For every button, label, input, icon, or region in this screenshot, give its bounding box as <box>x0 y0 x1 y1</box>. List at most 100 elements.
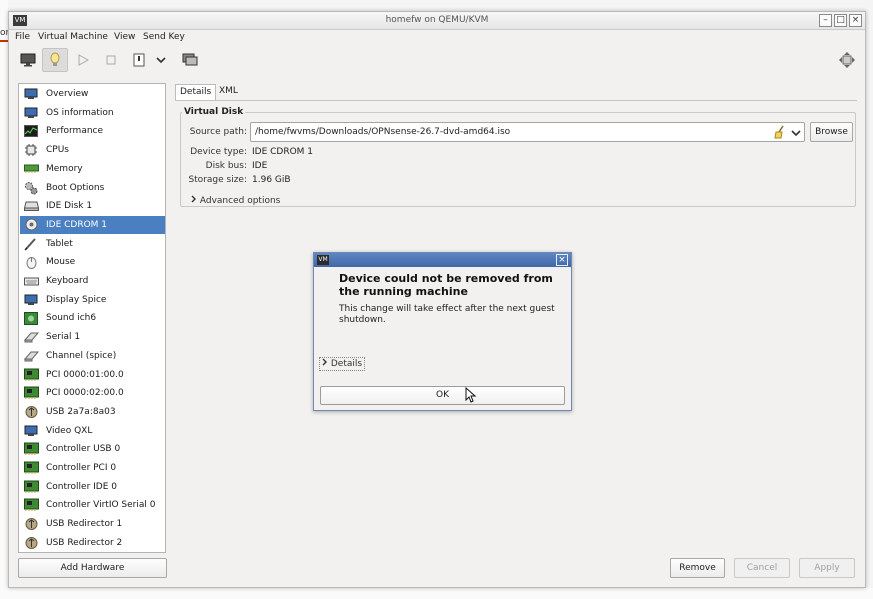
tab-xml[interactable]: XML <box>215 84 242 100</box>
monitor-icon <box>24 294 38 305</box>
storage-size-label: Storage size: <box>188 175 247 185</box>
minimize-button[interactable]: – <box>819 14 832 27</box>
source-path-combo[interactable]: /home/fwvms/Downloads/OPNsense-26.7-dvd-… <box>250 122 805 142</box>
sidebar-item-label: Controller IDE 0 <box>46 481 117 492</box>
console-button[interactable] <box>15 48 41 72</box>
dialog-close-button[interactable]: × <box>556 254 568 266</box>
sidebar-item-usb-redirector-1[interactable]: USB Redirector 1 <box>20 515 165 533</box>
sound-icon <box>24 311 38 325</box>
sidebar-item-memory[interactable]: Memory <box>20 160 165 178</box>
advanced-options-label: Advanced options <box>199 196 281 206</box>
sidebar-item-label: Performance <box>46 126 104 137</box>
sidebar-item-cpus[interactable]: CPUs <box>20 141 165 159</box>
menu-view[interactable]: View <box>114 32 135 42</box>
sidebar-item-tablet[interactable]: Tablet <box>20 235 165 253</box>
close-button[interactable]: × <box>849 14 862 27</box>
sidebar-item-label: CPUs <box>46 145 69 156</box>
sidebar-item-channel-spice[interactable]: Channel (spice) <box>20 347 165 365</box>
sidebar-item-usb-2a7a-8a03[interactable]: USB 2a7a:8a03 <box>20 403 165 421</box>
sidebar-item-usb-redirector-2[interactable]: USB Redirector 2 <box>20 534 165 552</box>
apply-button[interactable]: Apply <box>799 558 855 578</box>
sidebar-item-controller-virtio-serial-0[interactable]: Controller VirtIO Serial 0 <box>20 496 165 514</box>
disk-icon <box>23 201 39 212</box>
sidebar-item-pci-0000-01-00-0[interactable]: PCI 0000:01:00.0 <box>20 366 165 384</box>
cancel-button[interactable]: Cancel <box>734 558 790 578</box>
sidebar-item-label: Overview <box>46 89 89 99</box>
usb-icon <box>25 518 37 531</box>
disk-bus-label: Disk bus: <box>205 161 247 171</box>
tabs-divider <box>175 100 857 101</box>
menu-send-key[interactable]: Send Key <box>143 32 185 42</box>
sidebar-item-label: Boot Options <box>46 182 105 193</box>
sidebar-item-display-spice[interactable]: Display Spice <box>20 291 165 309</box>
memory-icon <box>23 164 39 173</box>
dialog-heading: Device could not be removed from the run… <box>339 272 553 298</box>
sidebar-item-sound-ich6[interactable]: Sound ich6 <box>20 309 165 327</box>
advanced-options-expander[interactable]: Advanced options <box>190 195 280 206</box>
sidebar-item-controller-pci-0[interactable]: Controller PCI 0 <box>20 459 165 477</box>
details-view-button[interactable] <box>42 48 68 72</box>
background-page-strip <box>0 588 873 599</box>
keyboard-icon <box>23 277 39 285</box>
fullscreen-icon <box>839 52 855 68</box>
sidebar-item-controller-ide-0[interactable]: Controller IDE 0 <box>20 478 165 496</box>
pause-button[interactable] <box>98 48 124 72</box>
tab-details[interactable]: Details <box>175 84 217 100</box>
card-icon <box>23 498 39 512</box>
ok-button[interactable]: OK <box>320 386 565 405</box>
sidebar-item-ide-disk-1[interactable]: IDE Disk 1 <box>20 197 165 215</box>
sidebar-item-label: IDE Disk 1 <box>46 201 93 212</box>
chevron-down-icon <box>156 57 166 64</box>
add-hardware-button[interactable]: Add Hardware <box>18 558 167 578</box>
fullscreen-button[interactable] <box>834 48 860 72</box>
cpu-icon <box>25 144 37 157</box>
sidebar-item-label: USB Redirector 1 <box>46 519 123 530</box>
menu-file[interactable]: File <box>15 32 30 42</box>
mouse-cursor-icon <box>465 387 477 403</box>
card-icon <box>23 480 39 493</box>
sidebar-item-ide-cdrom-1[interactable]: IDE CDROM 1 <box>20 215 165 234</box>
remove-button[interactable]: Remove <box>670 558 725 578</box>
run-button[interactable] <box>70 48 96 72</box>
snapshots-button[interactable] <box>177 48 203 72</box>
sidebar-item-os-information[interactable]: OS information <box>20 104 165 122</box>
sidebar-item-video-qxl[interactable]: Video QXL <box>20 422 165 440</box>
chevron-right-icon <box>191 195 196 203</box>
error-dialog: VM × Device could not be removed from th… <box>313 252 572 411</box>
maximize-button[interactable]: □ <box>834 14 847 27</box>
sidebar-item-label: Memory <box>46 163 83 174</box>
sidebar-item-serial-1[interactable]: Serial 1 <box>20 328 165 346</box>
sidebar-item-label: Display Spice <box>46 294 107 305</box>
sidebar-item-label: PCI 0000:02:00.0 <box>46 388 124 399</box>
sidebar-item-label: USB 2a7a:8a03 <box>46 406 116 417</box>
serial-icon <box>23 351 39 362</box>
pause-icon <box>106 55 116 65</box>
sidebar-item-keyboard[interactable]: Keyboard <box>20 272 165 290</box>
sidebar-item-boot-options[interactable]: Boot Options <box>20 179 165 197</box>
shutdown-button[interactable] <box>126 48 152 72</box>
sidebar-item-mouse[interactable]: Mouse <box>20 253 165 271</box>
sidebar-item-pci-0000-02-00-0[interactable]: PCI 0000:02:00.0 <box>20 384 165 402</box>
shutdown-menu-button[interactable] <box>152 48 170 72</box>
dialog-details-expander[interactable]: Details <box>319 357 366 371</box>
monitor-icon <box>24 88 38 99</box>
background-window-edge <box>0 0 8 599</box>
tablet-icon <box>24 237 36 251</box>
chevron-right-icon <box>322 358 327 366</box>
sidebar-item-overview[interactable]: Overview <box>20 85 165 103</box>
menu-virtual-machine[interactable]: Virtual Machine <box>38 32 108 42</box>
monitor-icon <box>24 107 38 118</box>
sidebar-item-performance[interactable]: Performance <box>20 122 165 140</box>
performance-icon <box>24 125 38 138</box>
sidebar-item-controller-usb-0[interactable]: Controller USB 0 <box>20 440 165 458</box>
usb-icon <box>25 536 37 549</box>
dialog-titlebar[interactable]: VM × <box>314 253 571 267</box>
chevron-down-icon[interactable] <box>790 127 802 139</box>
browse-button[interactable]: Browse <box>810 122 853 142</box>
sidebar-item-label: Keyboard <box>46 276 89 286</box>
window-titlebar[interactable]: VM homefw on QEMU/KVM – □ × <box>9 12 865 30</box>
card-icon <box>23 368 39 381</box>
sidebar-item-label: Mouse <box>46 257 76 268</box>
sidebar-item-label: Tablet <box>46 238 73 249</box>
clear-icon[interactable] <box>773 125 787 139</box>
